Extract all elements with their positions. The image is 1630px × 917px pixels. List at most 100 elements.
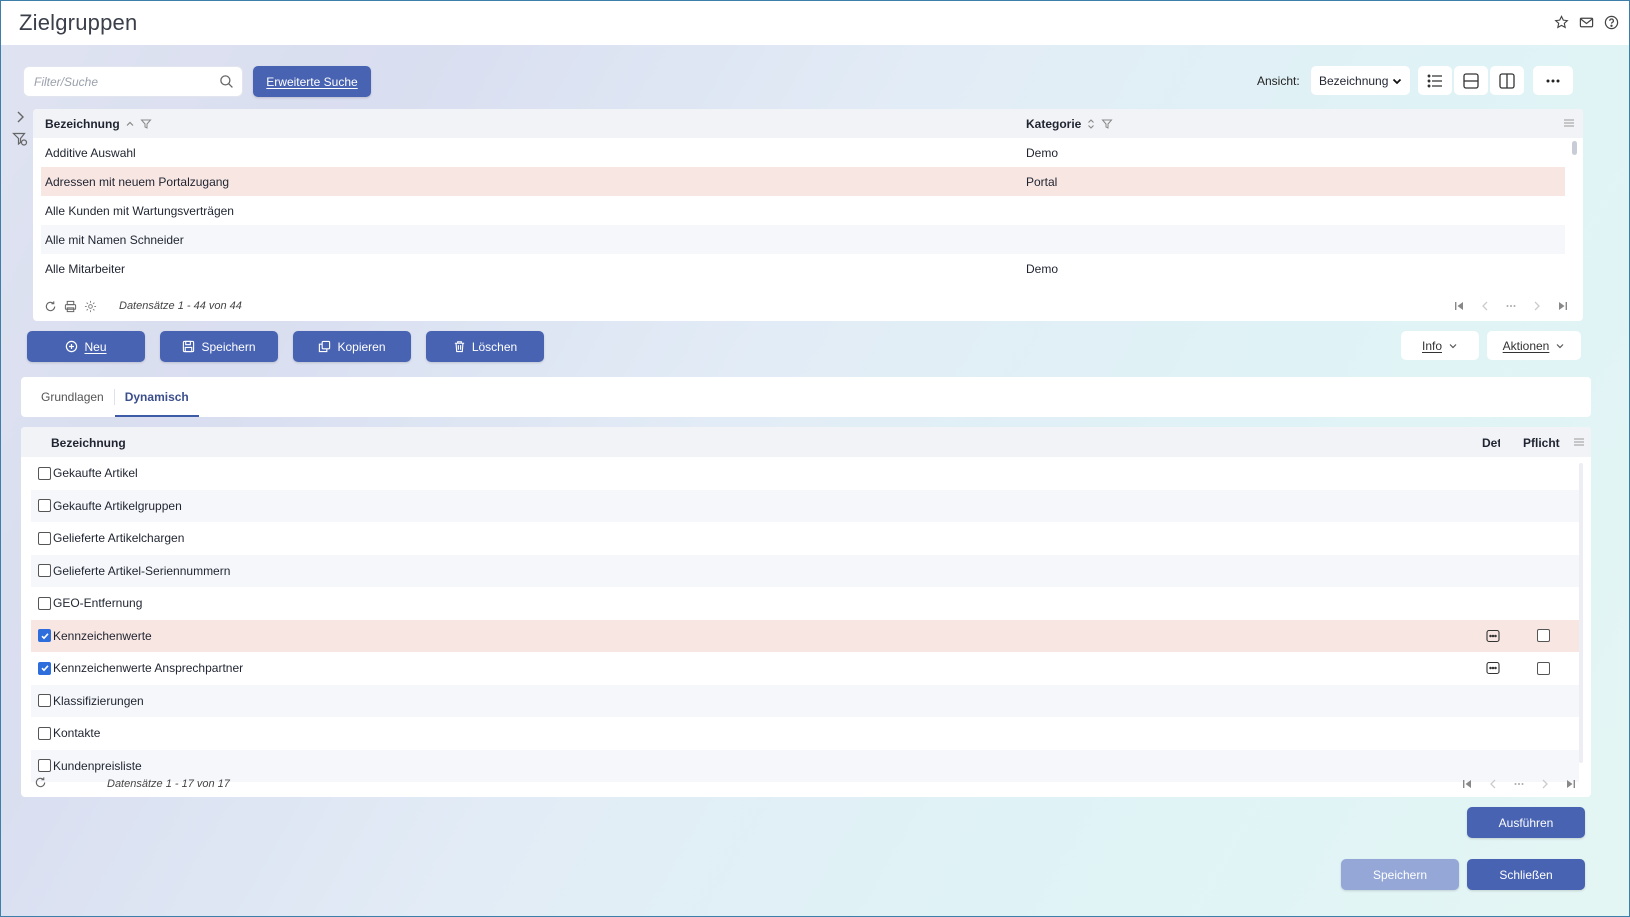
save-button[interactable]: Speichern: [160, 331, 278, 362]
pager: [1461, 778, 1577, 790]
horizontal-split-button[interactable]: [1454, 66, 1488, 95]
record-count: Datensätze 1 - 44 von 44: [119, 300, 242, 312]
list-item[interactable]: Gelieferte Artikel-Seriennummern: [31, 554, 1579, 587]
tab-dynamisch[interactable]: Dynamisch: [114, 377, 199, 417]
list-item[interactable]: Gelieferte Artikelchargen: [31, 522, 1579, 555]
grid-header: Bezeichnung Details Pflicht: [21, 427, 1591, 457]
run-button[interactable]: Ausführen: [1467, 807, 1585, 838]
close-button[interactable]: Schließen: [1467, 859, 1585, 890]
details-icon[interactable]: [1486, 661, 1500, 675]
list-item[interactable]: Kennzeichenwerte Ansprechpartner: [31, 652, 1579, 685]
first-page-icon[interactable]: [1461, 778, 1473, 790]
filter-icon[interactable]: [1101, 118, 1113, 130]
list-item[interactable]: GEO-Entfernung: [31, 587, 1579, 620]
sort-icon[interactable]: [1085, 118, 1097, 130]
page-ellipsis-icon: [1514, 783, 1524, 785]
record-count: Datensätze 1 - 17 von 17: [107, 778, 230, 790]
column-header-name[interactable]: Bezeichnung: [45, 117, 152, 131]
tab-grundlagen[interactable]: Grundlagen: [31, 377, 114, 417]
row-checkbox[interactable]: [38, 564, 51, 578]
list-view-button[interactable]: [1418, 66, 1452, 95]
delete-button[interactable]: Löschen: [426, 331, 544, 362]
refresh-icon[interactable]: [34, 776, 47, 792]
table-row[interactable]: Alle mit Namen Schneider: [41, 225, 1565, 254]
view-select[interactable]: Bezeichnung: [1311, 66, 1410, 95]
check-icon: [40, 633, 49, 640]
copy-icon: [319, 340, 331, 353]
grid-rows: Gekaufte Artikel Gekaufte Artikelgruppen…: [31, 457, 1579, 782]
plus-circle-icon: [66, 340, 78, 353]
row-checkbox[interactable]: [38, 726, 51, 740]
info-dropdown[interactable]: Info: [1401, 331, 1479, 360]
required-checkbox[interactable]: [1537, 661, 1550, 675]
refresh-icon[interactable]: [44, 300, 57, 313]
chevron-down-icon: [1392, 78, 1402, 84]
next-page-icon[interactable]: [1539, 778, 1551, 790]
print-icon[interactable]: [64, 300, 77, 313]
list-item[interactable]: Gekaufte Artikelgruppen: [31, 489, 1579, 522]
star-icon[interactable]: [1553, 14, 1569, 30]
tab-bar: Grundlagen Dynamisch: [21, 377, 1591, 417]
new-button[interactable]: Neu: [27, 331, 145, 362]
vertical-split-button[interactable]: [1490, 66, 1524, 95]
row-checkbox[interactable]: [38, 629, 51, 643]
prev-page-icon[interactable]: [1479, 300, 1491, 312]
chevron-right-icon[interactable]: [12, 109, 28, 125]
filter-icon[interactable]: [140, 118, 152, 130]
search-box: [23, 66, 243, 97]
pager: [1453, 300, 1569, 312]
column-header-category[interactable]: Kategorie: [1026, 117, 1113, 131]
sort-asc-icon[interactable]: [124, 118, 136, 130]
column-header-required[interactable]: Pflicht: [1523, 436, 1560, 450]
more-horizontal-icon: [1546, 79, 1560, 82]
help-icon[interactable]: [1603, 14, 1619, 30]
last-page-icon[interactable]: [1557, 300, 1569, 312]
next-page-icon[interactable]: [1531, 300, 1543, 312]
actions-dropdown[interactable]: Aktionen: [1487, 331, 1581, 360]
title-icons: [1553, 14, 1619, 30]
view-label: Ansicht:: [1257, 74, 1300, 88]
grid-scrollbar[interactable]: [1572, 141, 1577, 155]
last-page-icon[interactable]: [1565, 778, 1577, 790]
list-item[interactable]: Kennzeichenwerte: [31, 619, 1579, 652]
mail-icon[interactable]: [1578, 14, 1594, 30]
advanced-search-label: Erweiterte Suche: [266, 74, 358, 89]
row-checkbox[interactable]: [38, 466, 51, 480]
details-icon[interactable]: [1486, 629, 1500, 643]
row-checkbox[interactable]: [38, 596, 51, 610]
floppy-icon: [183, 340, 195, 353]
save-bottom-button[interactable]: Speichern: [1341, 859, 1459, 890]
copy-button[interactable]: Kopieren: [293, 331, 411, 362]
search-icon[interactable]: [219, 74, 234, 92]
more-options-button[interactable]: [1533, 66, 1573, 95]
grid-scrollbar[interactable]: [1579, 463, 1583, 763]
list-item[interactable]: Gekaufte Artikel: [31, 457, 1579, 490]
filter-settings-icon[interactable]: [12, 131, 28, 147]
grid-header: Bezeichnung Kategorie: [33, 109, 1583, 138]
side-panel-controls: [12, 109, 28, 147]
advanced-search-button[interactable]: Erweiterte Suche: [253, 66, 371, 97]
list-icon: [1427, 74, 1442, 87]
list-item[interactable]: Klassifizierungen: [31, 684, 1579, 717]
row-checkbox[interactable]: [38, 531, 51, 545]
list-item[interactable]: Kontakte: [31, 717, 1579, 750]
table-row[interactable]: Alle Mitarbeiter Demo: [41, 254, 1565, 283]
search-input[interactable]: [34, 74, 214, 89]
table-row[interactable]: Adressen mit neuem Portalzugang Portal: [41, 167, 1565, 196]
row-checkbox[interactable]: [38, 499, 51, 513]
table-row[interactable]: Additive Auswahl Demo: [41, 138, 1565, 167]
table-row[interactable]: Alle Kunden mit Wartungsverträgen: [41, 196, 1565, 225]
column-menu-icon[interactable]: [1573, 436, 1585, 451]
page-title: Zielgruppen: [19, 10, 138, 35]
gear-icon[interactable]: [84, 300, 97, 313]
first-page-icon[interactable]: [1453, 300, 1465, 312]
column-header-details[interactable]: Details: [1482, 436, 1500, 450]
column-menu-icon[interactable]: [1563, 117, 1575, 132]
grid-footer: Datensätze 1 - 44 von 44: [33, 291, 1583, 321]
required-checkbox[interactable]: [1537, 629, 1550, 643]
column-header-name[interactable]: Bezeichnung: [51, 436, 126, 450]
row-checkbox[interactable]: [38, 694, 51, 708]
row-checkbox[interactable]: [38, 661, 51, 675]
dynamic-criteria-grid: Bezeichnung Details Pflicht Gekaufte Art…: [21, 427, 1591, 797]
prev-page-icon[interactable]: [1487, 778, 1499, 790]
